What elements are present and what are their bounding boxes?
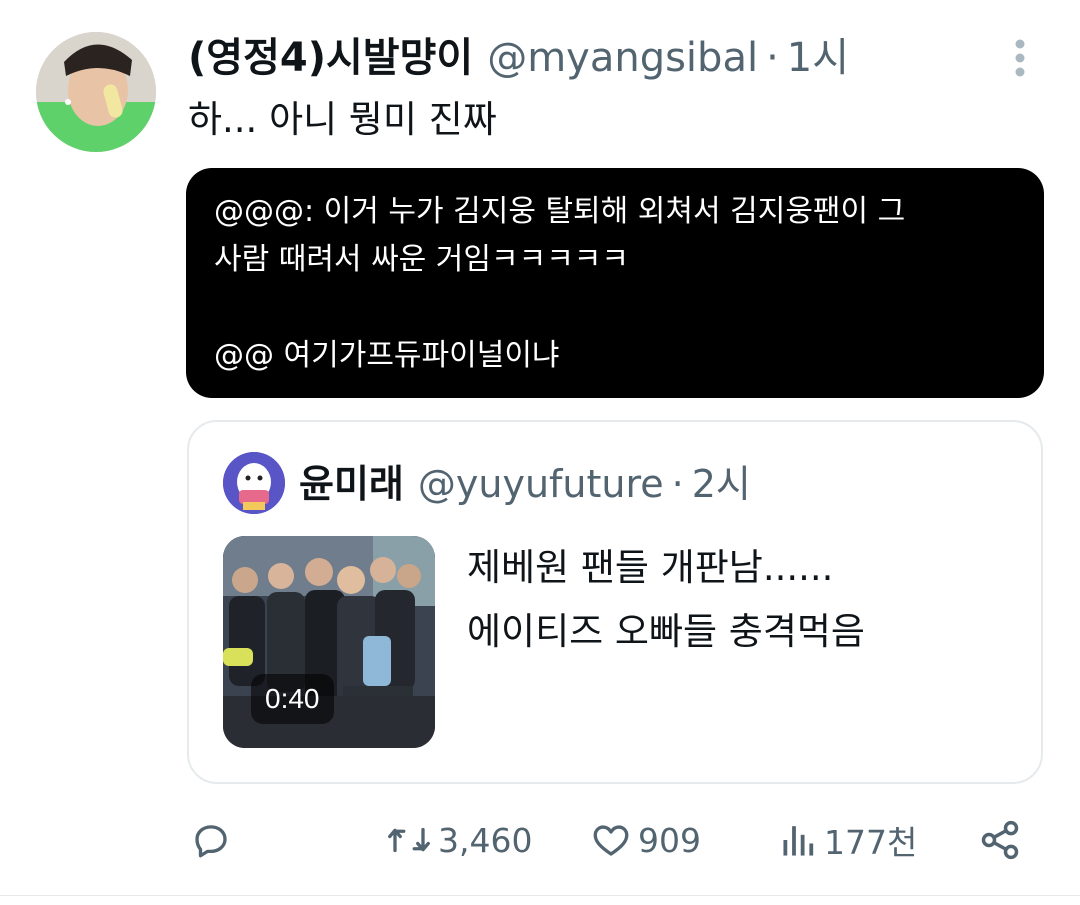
heart-icon — [593, 825, 629, 856]
share-icon — [981, 820, 1019, 860]
like-button[interactable]: 909 — [590, 808, 701, 872]
more-vertical-icon — [1015, 39, 1025, 77]
views-button[interactable]: 177천 — [780, 808, 917, 872]
image-text-gap — [214, 284, 1020, 332]
retweet-icon — [388, 827, 430, 853]
author-avatar[interactable] — [36, 32, 156, 152]
tweet-action-bar: 3,460 909 177천 — [0, 808, 1080, 872]
quoted-tweet-timestamp[interactable]: 2시 — [692, 458, 751, 510]
quoted-tweet-text: 제베원 팬들 개판남...... 에이티즈 오빠들 충격먹음 — [467, 536, 865, 664]
like-count: 909 — [638, 820, 701, 860]
reply-button[interactable] — [190, 808, 232, 872]
tweet-timestamp[interactable]: 1시 — [787, 28, 849, 88]
video-duration-badge: 0:40 — [251, 674, 334, 724]
quoted-author-handle[interactable]: @yuyufuture — [418, 458, 664, 510]
quoted-text-line-1: 제베원 팬들 개판남...... — [467, 546, 834, 589]
quoted-author-display-name[interactable]: 윤미래 — [299, 458, 404, 510]
views-count: 177천 — [824, 823, 918, 862]
author-display-name[interactable]: (영정4)시발먕이 — [188, 28, 473, 88]
quoted-author-avatar[interactable] — [223, 452, 285, 514]
quoted-header-separator: · — [671, 462, 684, 506]
retweet-button[interactable]: 3,460 — [386, 808, 532, 872]
image-text-line-2: 사람 때려서 싸운 거임ㅋㅋㅋㅋㅋ — [214, 242, 630, 277]
quoted-tweet-card[interactable]: 윤미래 @yuyufuture · 2시 0:40 제베원 팬들 개판남....… — [187, 420, 1043, 784]
quoted-tweet-header: 윤미래 @yuyufuture · 2시 — [299, 458, 751, 510]
header-separator: · — [766, 35, 779, 81]
attached-text-image[interactable]: @@@: 이거 누가 김지웅 탈퇴해 외쳐서 김지웅팬이 그 사람 때려서 싸운… — [186, 168, 1044, 398]
tweet-divider — [0, 895, 1080, 896]
share-button[interactable] — [978, 808, 1022, 872]
quoted-text-line-2: 에이티즈 오빠들 충격먹음 — [467, 610, 865, 653]
video-thumbnail[interactable]: 0:40 — [223, 536, 435, 748]
image-text-line-1: @@@: 이거 누가 김지웅 탈퇴해 외쳐서 김지웅팬이 그 — [214, 194, 906, 229]
bar-chart-icon — [783, 826, 814, 856]
more-options-button[interactable] — [1000, 34, 1040, 82]
tweet-text: 하... 아니 뭥미 진짜 — [188, 98, 497, 141]
retweet-count: 3,460 — [438, 820, 533, 860]
reply-icon — [195, 825, 227, 858]
tweet-header: (영정4)시발먕이 @myangsibal · 1시 — [188, 28, 849, 88]
image-text-line-3: @@ 여기가프듀파이널이냐 — [214, 338, 560, 373]
author-handle[interactable]: @myangsibal — [487, 28, 758, 88]
tweet[interactable]: (영정4)시발먕이 @myangsibal · 1시 하... 아니 뭥미 진짜… — [0, 0, 1080, 905]
